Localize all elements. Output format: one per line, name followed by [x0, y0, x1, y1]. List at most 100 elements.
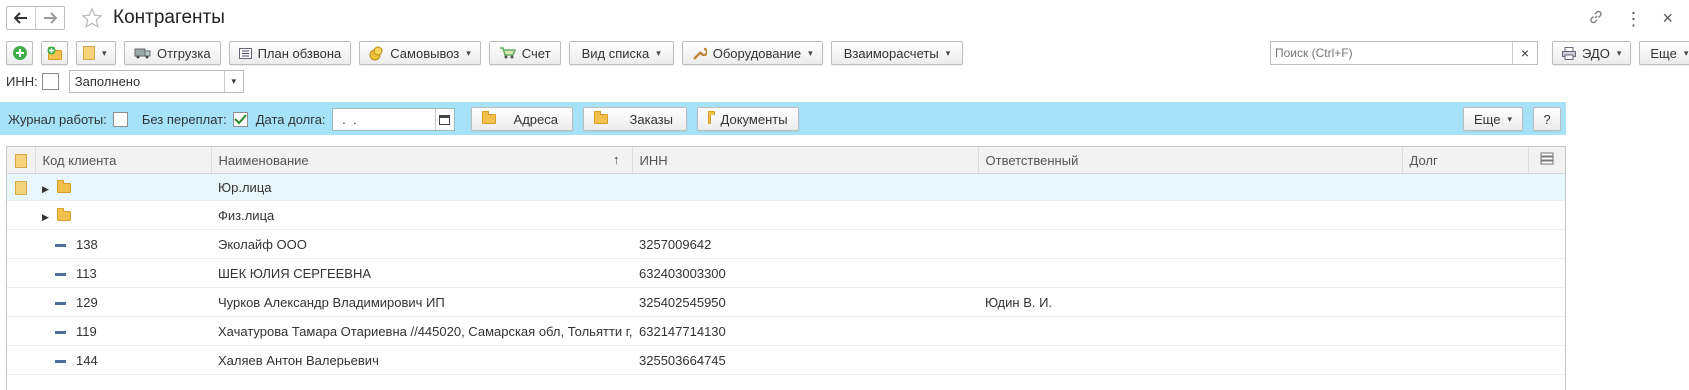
- more-vertical-icon[interactable]: ⋮: [1624, 10, 1642, 28]
- clear-search-button[interactable]: ×: [1512, 42, 1537, 64]
- debt-cell: [1402, 258, 1528, 288]
- group-code-cell: ▶: [35, 173, 211, 201]
- documents-button[interactable]: Документы: [696, 107, 799, 131]
- star-icon[interactable]: [81, 7, 103, 29]
- column-header-inn[interactable]: ИНН: [632, 147, 979, 174]
- search-input[interactable]: [1271, 42, 1512, 64]
- debt-cell: [1402, 345, 1528, 375]
- column-settings-button[interactable]: [1528, 147, 1565, 174]
- code-value: 119: [76, 323, 97, 339]
- edo-button[interactable]: ЭДО ▾: [1552, 41, 1632, 65]
- header-icon-column[interactable]: [7, 147, 36, 174]
- inn-label: ИНН:: [6, 74, 38, 89]
- table-row-group[interactable]: ▶ Юр.лица: [7, 173, 1565, 201]
- title-bar: Контрагенты: [6, 6, 225, 30]
- pickup-label: Самовывоз: [390, 45, 460, 61]
- column-header-debt[interactable]: Долг: [1402, 147, 1529, 174]
- panel-more-button[interactable]: Еще ▾: [1463, 107, 1523, 131]
- folder-icon: [56, 180, 71, 194]
- column-header-responsible[interactable]: Ответственный: [978, 147, 1403, 174]
- table-row-group[interactable]: ▶ Физ.лица: [7, 200, 1565, 230]
- expand-arrow-icon[interactable]: ▶: [42, 184, 49, 194]
- orders-button[interactable]: Заказы: [582, 107, 687, 131]
- empty-cell: [1528, 229, 1565, 259]
- addresses-button[interactable]: Адреса: [470, 107, 573, 131]
- equipment-label: Оборудование: [712, 45, 802, 61]
- table-row[interactable]: 129 Чурков Александр Владимирович ИП 325…: [7, 287, 1565, 317]
- empty-cell: [978, 173, 1402, 201]
- code-value: 129: [76, 294, 98, 310]
- search-box: ×: [1270, 41, 1538, 65]
- expand-arrow-icon[interactable]: ▶: [42, 212, 49, 222]
- chevron-down-icon: ▾: [656, 47, 661, 58]
- column-header-code[interactable]: Код клиента: [35, 147, 212, 174]
- add-group-button[interactable]: [41, 41, 68, 65]
- folder-icon: [56, 208, 71, 222]
- close-icon[interactable]: ×: [1662, 8, 1673, 29]
- row-icon-cell: [7, 316, 35, 346]
- chevron-down-icon[interactable]: ▾: [223, 71, 243, 92]
- list-view-button[interactable]: Вид списка ▾: [568, 41, 674, 65]
- empty-cell: [1528, 173, 1565, 201]
- forward-button[interactable]: [36, 7, 64, 29]
- toolbar: ▾ Отгрузка План обзвона Самовывоз ▾ Счет…: [6, 41, 964, 65]
- cart-icon: [499, 47, 516, 59]
- code-value: 113: [76, 265, 97, 281]
- inn-checkbox[interactable]: [41, 73, 59, 90]
- filter-panel-left: Журнал работы: Без переплат: Дата долга:…: [8, 107, 799, 131]
- item-marker-icon: [55, 330, 66, 334]
- empty-cell: [1528, 345, 1565, 375]
- settlements-button[interactable]: Взаиморасчеты ▾: [830, 41, 964, 65]
- arrow-right-icon: [44, 12, 57, 24]
- list-view-label: Вид списка: [581, 45, 650, 61]
- code-cell: 138: [35, 229, 211, 259]
- journal-checkbox[interactable]: [112, 111, 128, 127]
- more-button[interactable]: Еще ▾: [1639, 41, 1689, 65]
- journal-label: Журнал работы:: [8, 111, 107, 127]
- document-icon: [83, 46, 95, 60]
- chevron-down-icon: ▾: [1507, 113, 1512, 124]
- debt-cell: [1402, 229, 1528, 259]
- column-header-name[interactable]: Наименование ↑: [211, 147, 633, 174]
- create-based-on-button[interactable]: ▾: [76, 41, 116, 65]
- pickup-button[interactable]: Самовывоз ▾: [359, 41, 481, 65]
- table-row[interactable]: 138 Эколайф ООО 3257009642: [7, 229, 1565, 259]
- item-marker-icon: [55, 301, 66, 305]
- table-row[interactable]: 113 ШЕК ЮЛИЯ СЕРГЕЕВНА 632403003300: [7, 258, 1565, 288]
- settlements-label: Взаиморасчеты: [843, 45, 939, 61]
- table-row[interactable]: 144 Халяев Антон Валерьевич 325503664745: [7, 345, 1565, 375]
- invoice-button[interactable]: Счет: [488, 41, 561, 65]
- link-icon[interactable]: [1588, 9, 1604, 28]
- equipment-button[interactable]: Оборудование ▾: [681, 41, 823, 65]
- coins-icon: [369, 46, 384, 61]
- empty-cell: [1528, 316, 1565, 346]
- add-button[interactable]: [6, 41, 33, 65]
- back-button[interactable]: [7, 7, 36, 29]
- page-title: Контрагенты: [113, 7, 225, 28]
- list-icon: [238, 47, 252, 59]
- settings-list-icon: [1540, 152, 1554, 165]
- debt-date-input[interactable]: . .: [333, 109, 435, 130]
- code-cell: 113: [35, 258, 211, 288]
- documents-label: Документы: [720, 111, 788, 127]
- debt-date-field[interactable]: . .: [331, 107, 455, 131]
- row-icon-cell: [7, 200, 35, 230]
- window-controls: ⋮ ×: [1588, 8, 1673, 29]
- no-overpay-label: Без переплат:: [141, 111, 227, 127]
- help-button[interactable]: ?: [1532, 107, 1561, 131]
- inn-cell: 325402545950: [632, 287, 978, 317]
- no-overpay-checkbox[interactable]: [232, 111, 248, 127]
- printer-icon: [1562, 46, 1576, 60]
- call-plan-button[interactable]: План обзвона: [228, 41, 352, 65]
- inn-select[interactable]: Заполнено ▾: [68, 70, 244, 93]
- calendar-icon[interactable]: [434, 108, 454, 130]
- group-name-cell: Физ.лица: [211, 200, 632, 230]
- responsible-cell: [978, 258, 1402, 288]
- counterparties-table[interactable]: Код клиента Наименование ↑ ИНН Ответстве…: [6, 146, 1566, 390]
- shipment-button[interactable]: Отгрузка: [124, 41, 221, 65]
- item-marker-icon: [55, 243, 66, 247]
- arrow-left-icon: [14, 12, 27, 24]
- responsible-cell: [978, 316, 1402, 346]
- sort-ascending-icon: ↑: [613, 152, 620, 167]
- table-row[interactable]: 119 Хачатурова Тамара Отариевна //445020…: [7, 316, 1565, 346]
